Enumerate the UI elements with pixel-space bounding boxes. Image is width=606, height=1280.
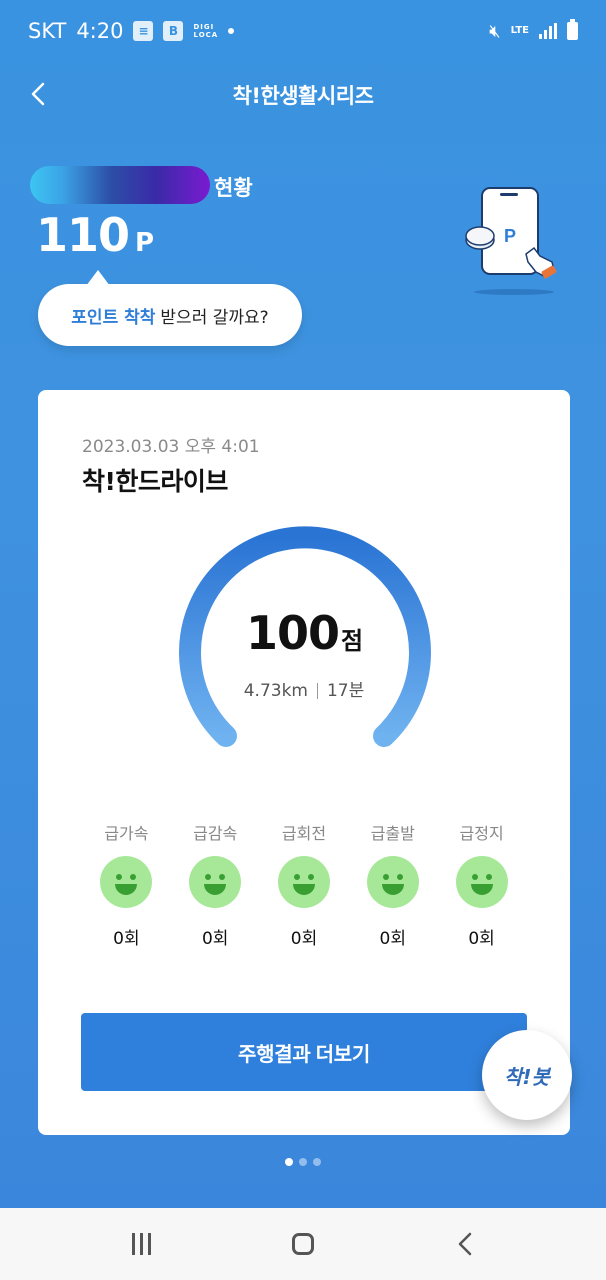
chevron-left-icon [31,82,45,106]
b-app-icon: B [163,21,184,41]
signal-icon [539,23,557,39]
points-status-label: 현황 [214,176,253,200]
system-back-button[interactable] [435,1219,495,1269]
phone-points-illustration: P [465,187,557,295]
event-label: 급출발 [370,824,415,843]
page-dot [299,1158,307,1166]
bubble-text: 받으러 갈까요? [160,307,269,328]
smiley-icon [455,856,508,908]
divider [316,683,318,699]
trip-distance: 4.73km [243,681,308,701]
event-label: 급감속 [193,824,238,843]
smiley-icon [366,856,419,908]
trip-info: 4.73km 17분 [38,676,570,701]
mute-icon: 🔇︎ [489,20,501,42]
trip-date: 2023.03.03 오후 4:01 [82,437,260,457]
page-indicator [0,1158,606,1166]
event-count: 0회 [468,929,495,949]
back-icon [458,1232,472,1256]
event-label: 급가속 [104,824,149,843]
smiley-icon [277,856,330,908]
page-title: 착!한생활시리즈 [232,84,374,108]
recent-apps-icon [131,1233,151,1255]
clock: 4:20 [76,19,124,43]
home-icon [292,1233,314,1255]
points-title-gradient [30,166,210,204]
trip-duration: 17분 [326,681,365,701]
card-title: 착!한드라이브 [82,467,228,496]
chakbot-button[interactable]: 착!봇 [482,1030,572,1120]
event-count: 0회 [290,929,318,949]
collect-points-bubble[interactable]: 포인트 착착 받으러 갈까요? [38,270,302,346]
back-button[interactable] [22,78,54,110]
svg-text:P: P [504,226,516,246]
event-rapid-deceleration: 급감속 0회 [171,820,260,949]
home-button[interactable] [273,1219,333,1269]
event-count: 0회 [113,929,140,949]
driving-result-card: 2023.03.03 오후 4:01 착!한드라이브 100점 4.73km 17… [38,390,570,1135]
smiley-icon [189,856,242,908]
points-unit: P [135,228,154,258]
recent-apps-button[interactable] [111,1219,171,1269]
digi-loca-icon: DIGI LOCA [193,23,218,39]
event-count: 0회 [379,929,407,949]
smiley-icon [100,856,153,908]
loca-label: LOCA [193,31,219,39]
event-sudden-start: 급출발 0회 [348,820,437,949]
event-label: 급회전 [281,824,327,843]
driving-score: 100점 [38,606,570,660]
driving-events: 급가속 0회 급감속 0회 급회전 0회 급출발 0회 급정지 0회 [82,820,526,949]
event-sharp-turn: 급회전 0회 [260,820,349,949]
app-header: 착!한생활시리즈 [0,62,606,128]
event-label: 급정지 [459,824,504,843]
notification-app-icon: ≡ [133,21,154,41]
score-value: 100 [245,606,340,660]
page-dot-active [285,1158,293,1166]
battery-icon [567,19,578,40]
carrier-label: SKT [28,19,67,43]
bubble-highlight-text: 포인트 착착 [71,307,156,328]
event-count: 0회 [201,929,229,949]
event-sudden-stop: 급정지 0회 [437,820,526,949]
score-unit: 점 [340,627,363,655]
more-results-button[interactable]: 주행결과 더보기 [81,1013,527,1091]
event-rapid-acceleration: 급가속 0회 [82,820,171,949]
system-nav-bar [0,1208,606,1280]
page-dot [313,1158,321,1166]
status-bar: SKT 4:20 ≡ B DIGI LOCA 🔇︎ LTE [0,0,606,62]
digi-label: DIGI [193,23,215,31]
more-notifications-dot-icon [228,28,235,34]
lte-icon: LTE [510,25,529,36]
points-number: 110 [36,208,130,262]
points-value: 110 P [36,208,154,262]
